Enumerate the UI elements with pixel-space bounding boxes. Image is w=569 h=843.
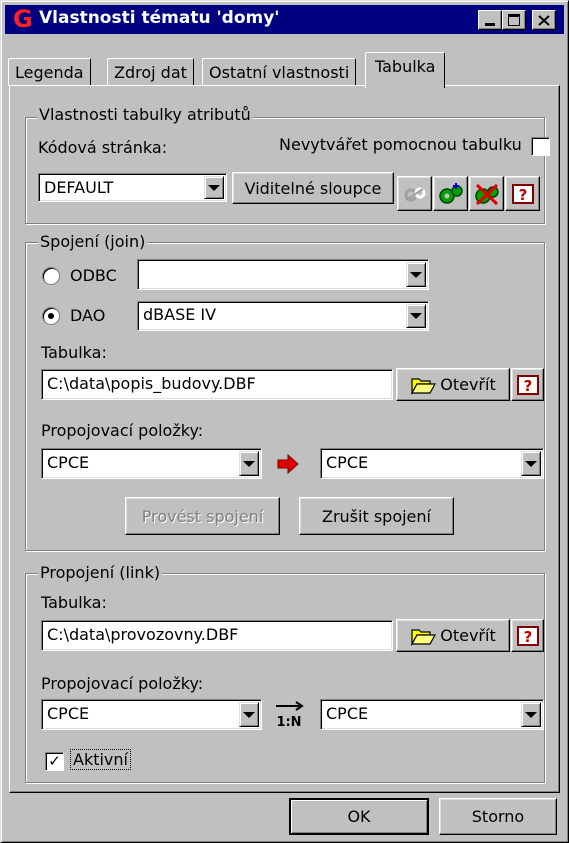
chevron-down-icon[interactable] <box>521 451 541 476</box>
ok-label: OK <box>347 807 371 826</box>
join-help-button[interactable]: ? <box>511 368 544 401</box>
join-left-field-select[interactable]: CPCE <box>41 448 262 479</box>
tab-label: Legenda <box>15 63 84 82</box>
active-label[interactable]: Aktivní <box>70 749 131 770</box>
window-title: Vlastnosti tématu 'domy' <box>39 8 280 28</box>
odbc-radio[interactable] <box>42 267 60 285</box>
odbc-label: ODBC <box>70 266 117 285</box>
execute-join-button[interactable]: Provést spojení <box>125 497 280 535</box>
red-arrow-right-icon <box>277 453 299 475</box>
folder-open-icon <box>411 377 437 395</box>
visible-columns-label: Viditelné sloupce <box>244 178 382 198</box>
link-left-field-value: CPCE <box>47 704 90 723</box>
tab-label: Ostatní vlastnosti <box>209 63 350 82</box>
folder-open-icon <box>411 628 437 646</box>
link-table-value: C:\data\provozovny.DBF <box>47 625 239 644</box>
visible-columns-button[interactable]: Viditelné sloupce <box>232 172 394 204</box>
ok-button[interactable]: OK <box>289 798 429 835</box>
close-icon <box>538 14 550 26</box>
cancel-join-button[interactable]: Zrušit spojení <box>299 497 454 535</box>
join-table-label: Tabulka: <box>41 343 107 362</box>
cancel-label: Storno <box>471 807 525 826</box>
attributes-legend: Vlastnosti tabulky atributů <box>37 105 253 124</box>
dao-label: DAO <box>70 306 106 325</box>
maximize-button[interactable] <box>502 10 526 30</box>
delete-tool-button[interactable] <box>469 176 504 211</box>
close-button[interactable] <box>532 10 556 30</box>
chevron-down-icon[interactable] <box>406 262 426 287</box>
link-fields-label: Propojovací položky: <box>41 674 204 693</box>
minimize-icon <box>485 22 495 26</box>
join-table-input[interactable]: C:\data\popis_budovy.DBF <box>41 369 393 400</box>
one-to-n-icon: 1:N <box>269 701 309 731</box>
cancel-join-label: Zrušit spojení <box>322 506 431 526</box>
join-right-field-select[interactable]: CPCE <box>320 448 544 479</box>
dao-value: dBASE IV <box>143 305 217 324</box>
app-logo: G <box>13 5 33 33</box>
dao-radio[interactable] <box>42 307 60 325</box>
join-open-button[interactable]: Otevřít <box>396 368 510 401</box>
chevron-down-icon[interactable] <box>406 304 426 328</box>
tab-zdroj-dat[interactable]: Zdroj dat <box>107 58 194 86</box>
chevron-down-icon[interactable] <box>239 702 259 727</box>
chevron-down-icon[interactable] <box>239 451 259 476</box>
gear-delete-icon <box>474 183 499 205</box>
join-right-field-value: CPCE <box>326 453 369 472</box>
tab-legenda[interactable]: Legenda <box>8 58 91 86</box>
maximize-icon <box>508 14 520 26</box>
code-page-value: DEFAULT <box>44 178 114 197</box>
link-open-button[interactable]: Otevřít <box>396 619 510 652</box>
properties-dialog: G Vlastnosti tématu 'domy' Legenda Zdroj… <box>0 0 569 843</box>
link-table-label: Tabulka: <box>41 593 107 612</box>
link-help-button[interactable]: ? <box>511 619 544 652</box>
link-legend: Propojení (link) <box>38 563 163 582</box>
gear-add-icon <box>438 182 463 204</box>
dao-select[interactable]: dBASE IV <box>137 301 429 331</box>
link-table-input[interactable]: C:\data\provozovny.DBF <box>41 620 393 651</box>
tab-label: Zdroj dat <box>114 63 187 82</box>
join-legend: Spojení (join) <box>38 232 148 251</box>
code-page-label: Kódová stránka: <box>38 138 168 157</box>
svg-text:?: ? <box>523 377 532 395</box>
settings-tool-button[interactable] <box>397 176 432 211</box>
help-icon: ? <box>511 183 534 204</box>
link-right-field-value: CPCE <box>326 704 369 723</box>
join-open-label: Otevřít <box>440 375 496 394</box>
no-aux-table-checkbox[interactable] <box>531 137 550 156</box>
code-page-select[interactable]: DEFAULT <box>38 173 227 202</box>
join-left-field-value: CPCE <box>47 453 90 472</box>
add-tool-button[interactable] <box>433 176 468 211</box>
link-right-field-select[interactable]: CPCE <box>320 699 544 730</box>
active-checkbox[interactable]: ✓ <box>45 752 64 771</box>
svg-text:?: ? <box>523 628 532 646</box>
chevron-down-icon[interactable] <box>204 176 224 199</box>
help-icon: ? <box>516 374 539 395</box>
join-fields-label: Propojovací položky: <box>41 421 204 440</box>
relation-text: 1:N <box>276 715 302 730</box>
link-left-field-select[interactable]: CPCE <box>41 699 262 730</box>
disabled-settings-icon <box>404 187 425 201</box>
svg-text:?: ? <box>518 186 527 204</box>
help-icon: ? <box>516 625 539 646</box>
odbc-select[interactable] <box>137 259 429 290</box>
execute-join-label: Provést spojení <box>141 506 264 526</box>
chevron-down-icon[interactable] <box>521 702 541 727</box>
tab-tabulka[interactable]: Tabulka <box>365 52 446 88</box>
title-bar[interactable]: G Vlastnosti tématu 'domy' <box>5 5 564 34</box>
minimize-button[interactable] <box>478 10 502 30</box>
help-tool-button[interactable]: ? <box>505 176 540 211</box>
join-table-value: C:\data\popis_budovy.DBF <box>47 374 256 393</box>
tab-label: Tabulka <box>375 57 436 76</box>
tab-ostatni-vlastnosti[interactable]: Ostatní vlastnosti <box>202 58 357 86</box>
cancel-button[interactable]: Storno <box>439 798 557 835</box>
no-aux-table-label: Nevytvářet pomocnou tabulku <box>279 135 522 154</box>
link-open-label: Otevřít <box>440 626 496 645</box>
